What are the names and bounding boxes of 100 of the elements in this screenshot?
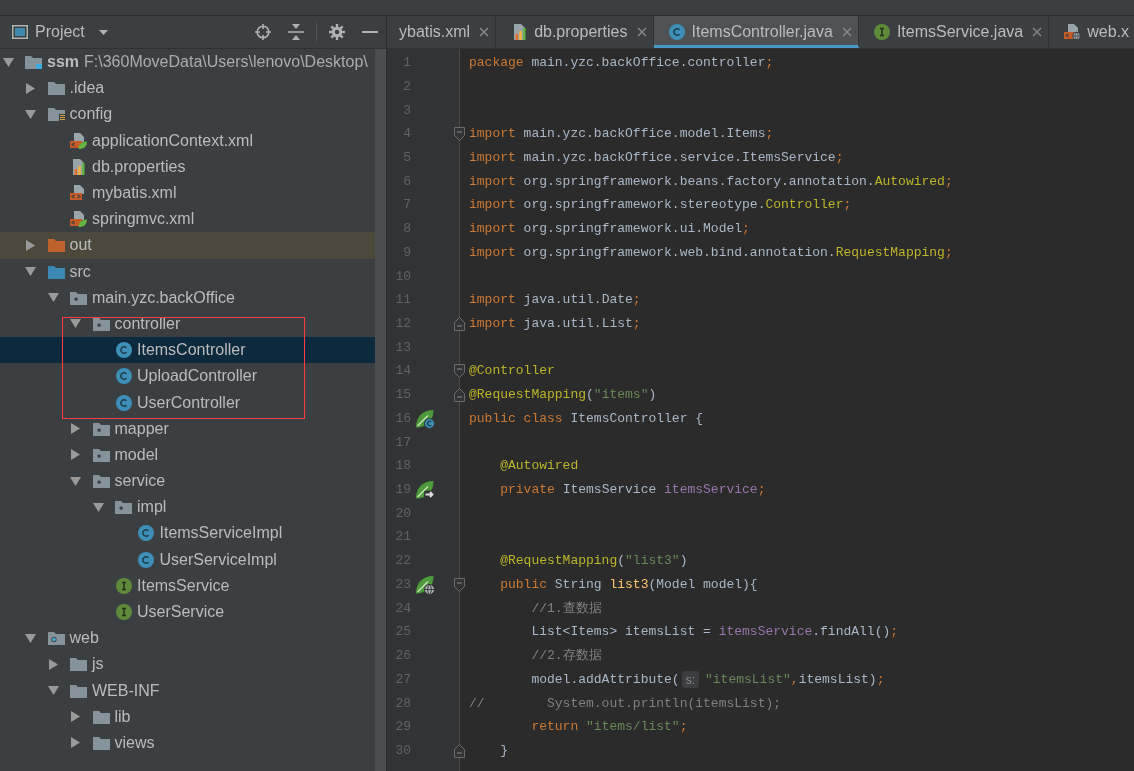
tree-item[interactable]: web: [0, 625, 375, 652]
leaf-arrow-icon[interactable]: [415, 479, 435, 500]
project-view-dropdown[interactable]: Project: [35, 24, 108, 40]
settings-icon[interactable]: [329, 24, 345, 40]
tree-item[interactable]: views: [0, 729, 375, 757]
folder-icon: [47, 107, 65, 122]
leaf-c-badge-icon[interactable]: [415, 408, 435, 429]
code-file-icon: [70, 185, 87, 202]
fold-icon[interactable]: [453, 387, 465, 402]
crosshair-icon[interactable]: [255, 24, 271, 40]
code-text: import java.util.List;: [469, 315, 641, 333]
tree-item[interactable]: src: [0, 258, 375, 285]
tree-item[interactable]: controller: [0, 310, 375, 338]
scrollbar[interactable]: [375, 49, 386, 771]
editor-tab[interactable]: ItemsService.java: [858, 16, 1050, 48]
caret-down-icon[interactable]: [70, 319, 81, 329]
folder-icon: [47, 631, 65, 646]
dotted-folder-icon: [92, 447, 110, 462]
tree-item[interactable]: UserController: [0, 389, 375, 416]
tree-item[interactable]: main.yzc.backOffice: [0, 284, 375, 311]
fold-icon[interactable]: [453, 577, 465, 592]
folder-icon: [70, 657, 87, 672]
caret-down-icon[interactable]: [47, 293, 59, 303]
caret-right-icon[interactable]: [71, 737, 80, 749]
dotted-folder-icon: [115, 500, 132, 515]
tree-item[interactable]: mapper: [0, 415, 375, 442]
tree-item[interactable]: springmvc.xml: [0, 206, 375, 233]
tree-item[interactable]: mybatis.xml: [0, 179, 375, 207]
tree-item[interactable]: .idea: [0, 75, 375, 102]
caret-right-icon[interactable]: [48, 658, 58, 670]
tree-item[interactable]: service: [0, 468, 375, 495]
tree-item[interactable]: UserService: [0, 598, 375, 626]
editor-tab[interactable]: ItemsController.java: [653, 16, 859, 48]
folder-icon: [47, 81, 65, 96]
code-text: import main.yzc.backOffice.service.ItemsService;: [469, 149, 844, 167]
caret-down-icon[interactable]: [2, 57, 14, 67]
dotted-folder-icon: [92, 474, 110, 489]
tree-item[interactable]: UploadController: [0, 363, 375, 390]
c-circle-icon: [115, 368, 132, 385]
caret-icon[interactable]: [98, 29, 108, 35]
close-icon[interactable]: [636, 27, 647, 37]
close-icon[interactable]: [479, 27, 490, 37]
folder-icon: [92, 735, 110, 750]
close-icon[interactable]: [841, 27, 852, 37]
tree-item[interactable]: config: [0, 101, 375, 128]
fold-icon[interactable]: [453, 364, 465, 379]
tree-item[interactable]: impl: [0, 494, 375, 521]
tree-item[interactable]: lib: [0, 703, 375, 730]
code-text: package main.yzc.backOffice.controller;: [469, 54, 774, 73]
caret-right-icon[interactable]: [71, 711, 80, 723]
window-icon: [12, 25, 28, 39]
tree-item[interactable]: ItemsController: [0, 337, 375, 364]
folder-icon: [47, 238, 65, 253]
code-text: //2.存数据: [530, 647, 602, 666]
caret-right-icon[interactable]: [71, 449, 80, 461]
caret-down-icon[interactable]: [25, 633, 36, 643]
caret-right-icon[interactable]: [71, 423, 80, 435]
code-text: @Autowired: [499, 457, 579, 476]
fold-icon[interactable]: [453, 743, 465, 758]
tree-item[interactable]: out: [0, 232, 375, 259]
tree-item[interactable]: WEB-INF: [0, 677, 375, 704]
caret-right-icon[interactable]: [26, 239, 35, 251]
caret-down-icon[interactable]: [25, 109, 36, 119]
caret-right-icon[interactable]: [26, 82, 35, 94]
editor-tab[interactable]: ybatis.xml: [387, 16, 497, 48]
converging-arrows-icon[interactable]: [288, 24, 304, 40]
caret-down-icon[interactable]: [47, 686, 59, 696]
tree-item[interactable]: UserServiceImpl: [0, 546, 375, 573]
tree-item[interactable]: js: [0, 651, 375, 678]
editor-tab[interactable]: db.properties: [496, 16, 654, 48]
tree-item[interactable]: model: [0, 441, 375, 468]
caret-down-icon[interactable]: [70, 476, 81, 486]
tree-item[interactable]: ItemsService: [0, 572, 375, 599]
close-icon[interactable]: [1032, 27, 1043, 37]
tree-item[interactable]: ItemsServiceImpl: [0, 520, 375, 547]
code-text: @RequestMapping("list3"): [499, 552, 688, 571]
module-path: F:\360MoveData\Users\lenovo\Desktop\: [84, 52, 368, 73]
code-text: import org.springframework.beans.factory.annotation.Autowired;: [469, 172, 953, 191]
fold-icon[interactable]: [453, 127, 465, 141]
code-text: private ItemsService itemsService;: [499, 481, 766, 500]
i-circle-icon: [115, 604, 132, 621]
folder-icon: [92, 709, 110, 724]
folder-icon: [47, 264, 65, 279]
folder-icon: [70, 683, 87, 698]
code-text: return "items/list";: [530, 718, 688, 737]
c-circle-icon: [668, 24, 685, 40]
caret-down-icon[interactable]: [92, 502, 104, 512]
leaf-file-icon: [70, 211, 87, 228]
globe-file-icon: [1063, 24, 1081, 40]
c-circle-icon: [138, 551, 154, 568]
editor-tab[interactable]: web.x: [1049, 16, 1134, 48]
fold-icon[interactable]: [453, 316, 465, 331]
caret-down-icon[interactable]: [25, 267, 36, 277]
leaf-file-icon: [70, 132, 87, 149]
tree-item[interactable]: db.properties: [0, 153, 375, 180]
leaf-globe-icon[interactable]: [415, 574, 435, 595]
code-text: @RequestMapping("items"): [469, 386, 657, 405]
tree-item[interactable]: applicationContext.xml: [0, 127, 375, 154]
code-text: import java.util.Date;: [469, 291, 641, 310]
tree-item[interactable]: ssm F:\360MoveData\Users\lenovo\Desktop\: [0, 49, 375, 76]
